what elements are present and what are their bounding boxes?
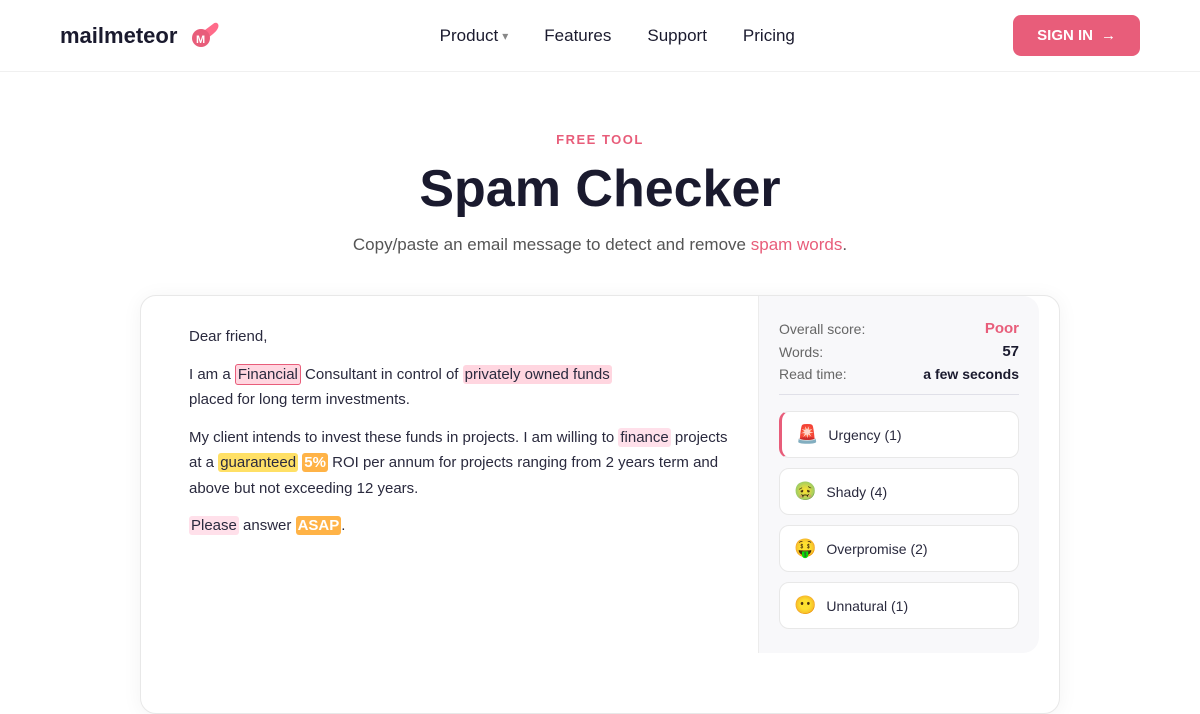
spam-word-guaranteed: guaranteed xyxy=(218,453,298,472)
words-label: Words: xyxy=(779,344,823,360)
subtitle-text-after: . xyxy=(842,235,847,254)
hero-subtitle: Copy/paste an email message to detect an… xyxy=(20,235,1180,255)
nav-pricing[interactable]: Pricing xyxy=(743,26,795,46)
overall-label: Overall score: xyxy=(779,321,865,337)
shady-label: Shady (4) xyxy=(826,484,887,500)
results-panel: Overall score: Poor Words: 57 Read time:… xyxy=(759,296,1039,653)
nav-right: SIGN IN → xyxy=(1013,15,1140,56)
nav-support[interactable]: Support xyxy=(647,26,707,46)
category-overpromise[interactable]: 🤑 Overpromise (2) xyxy=(779,525,1019,572)
spam-word-asap: ASAP xyxy=(296,516,342,535)
spam-word-5pct: 5% xyxy=(302,453,328,472)
overpromise-icon: 🤑 xyxy=(794,538,816,559)
free-tool-badge: FREE TOOL xyxy=(20,132,1180,147)
read-time-value: a few seconds xyxy=(923,366,1019,382)
svg-text:M: M xyxy=(196,34,205,46)
nav-product[interactable]: Product ▾ xyxy=(440,26,509,46)
overpromise-label: Overpromise (2) xyxy=(826,541,927,557)
unnatural-label: Unnatural (1) xyxy=(826,598,908,614)
spam-word-finance: finance xyxy=(618,428,670,447)
chevron-down-icon: ▾ xyxy=(502,29,508,43)
read-time-label: Read time: xyxy=(779,366,847,382)
spam-word-financial: Financial xyxy=(235,364,301,385)
unnatural-icon: 😶 xyxy=(794,595,816,616)
email-line-2: I am a Financial Consultant in control o… xyxy=(189,362,730,413)
category-unnatural[interactable]: 😶 Unnatural (1) xyxy=(779,582,1019,629)
urgency-label: Urgency (1) xyxy=(828,427,901,443)
spam-phrase-privately-owned: privately owned funds xyxy=(463,365,612,384)
read-time-row: Read time: a few seconds xyxy=(779,366,1019,382)
category-urgency[interactable]: 🚨 Urgency (1) xyxy=(779,411,1019,458)
arrow-right-icon: → xyxy=(1101,27,1116,44)
overall-score-row: Overall score: Poor xyxy=(779,320,1019,337)
logo-text: mailmeteor xyxy=(60,23,177,49)
score-divider xyxy=(779,394,1019,395)
shady-icon: 🤢 xyxy=(794,481,816,502)
page-title: Spam Checker xyxy=(20,159,1180,219)
hero-section: FREE TOOL Spam Checker Copy/paste an ema… xyxy=(0,72,1200,295)
email-line-4: Please answer ASAP. xyxy=(189,513,730,539)
email-panel[interactable]: Dear friend, I am a Financial Consultant… xyxy=(161,296,759,653)
nav-links: Product ▾ Features Support Pricing xyxy=(440,26,795,46)
category-shady[interactable]: 🤢 Shady (4) xyxy=(779,468,1019,515)
words-row: Words: 57 xyxy=(779,343,1019,360)
logo-icon: M xyxy=(185,18,221,54)
logo[interactable]: mailmeteor M xyxy=(60,18,221,54)
navigation: mailmeteor M Product ▾ Features Support … xyxy=(0,0,1200,72)
spam-word-please: Please xyxy=(189,516,239,535)
email-line-3: My client intends to invest these funds … xyxy=(189,425,730,502)
words-value: 57 xyxy=(1002,343,1019,360)
overall-value: Poor xyxy=(985,320,1019,337)
tool-container: Dear friend, I am a Financial Consultant… xyxy=(140,295,1060,714)
urgency-icon: 🚨 xyxy=(796,424,818,445)
nav-features[interactable]: Features xyxy=(544,26,611,46)
email-line-1: Dear friend, xyxy=(189,324,730,350)
subtitle-text-before: Copy/paste an email message to detect an… xyxy=(353,235,751,254)
spam-words-link[interactable]: spam words xyxy=(751,235,843,254)
sign-in-button[interactable]: SIGN IN → xyxy=(1013,15,1140,56)
